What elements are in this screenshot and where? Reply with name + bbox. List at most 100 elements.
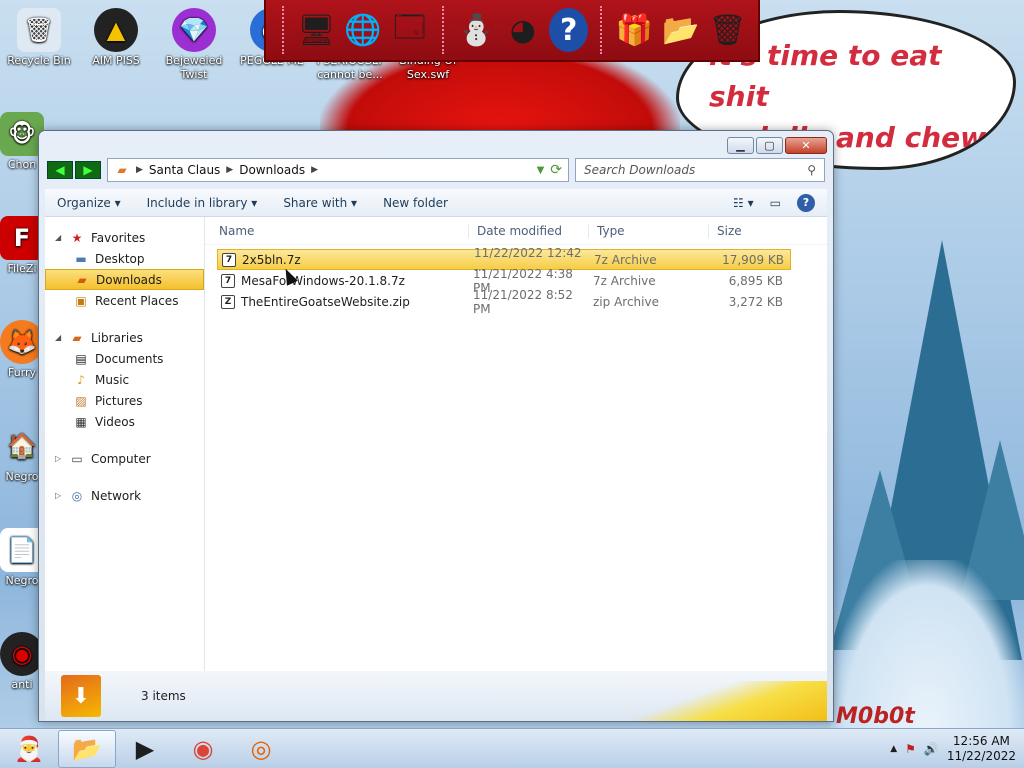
downloads-folder-icon: ▰ [77, 272, 87, 287]
volume-icon[interactable]: 🔊 [924, 742, 939, 756]
include-in-library-button[interactable]: Include in library ▾ [147, 196, 258, 210]
close-button[interactable]: ✕ [785, 137, 827, 154]
windows-update-icon[interactable]: ◕ [503, 5, 544, 55]
taskbar-explorer-icon[interactable]: 📂 [58, 729, 116, 768]
taskbar-chrome-icon[interactable]: ◉ [174, 730, 232, 768]
7z-archive-icon: 7 [221, 273, 235, 288]
breadcrumb-santa-claus[interactable]: Santa Claus [149, 163, 220, 177]
computer-icon[interactable]: 🖥 [296, 5, 337, 55]
desktop-icon-aim[interactable]: ▲ AIM PISS [78, 8, 154, 68]
dock-separator [600, 6, 603, 54]
search-input[interactable]: Search Downloads ⚲ [575, 158, 825, 182]
tray-expand-icon[interactable]: ▲ [890, 744, 897, 754]
nav-documents[interactable]: ▤ Documents [45, 348, 204, 369]
address-dropdown-icon[interactable]: ▼ [537, 165, 545, 176]
nav-downloads[interactable]: ▰ Downloads [45, 269, 204, 290]
column-headers: Name Date modified Type Size [205, 217, 827, 245]
help-icon[interactable]: ? [549, 8, 589, 52]
file-name: 2x5bln.7z [242, 252, 301, 267]
nav-label: Videos [95, 414, 135, 429]
nav-recent-places[interactable]: ▣ Recent Places [45, 290, 204, 311]
desktop-icon-bejeweled[interactable]: 💎 Bejeweled Twist [156, 8, 232, 82]
recent-places-icon: ▣ [75, 293, 87, 308]
file-name: MesaForWindows-20.1.8.7z [241, 273, 405, 288]
dock-separator [282, 6, 284, 54]
collapse-arrow-icon[interactable]: ◢ [55, 233, 63, 242]
taskbar-media-player-icon[interactable]: ▶ [116, 730, 174, 768]
videos-icon: ▦ [75, 414, 87, 429]
desktop-icon-label: Bejeweled Twist [165, 54, 223, 81]
nav-pictures[interactable]: ▨ Pictures [45, 390, 204, 411]
nav-label: Network [91, 488, 142, 503]
folder-icon[interactable]: 📂 [661, 5, 702, 55]
file-size: 6,895 KB [728, 273, 783, 288]
item-count: 3 items [141, 689, 186, 703]
help-icon[interactable]: ? [797, 193, 815, 212]
file-row[interactable]: Z TheEntireGoatseWebsite.zip 11/21/2022 8… [217, 288, 791, 316]
trash-icon[interactable]: 🗑 [707, 5, 748, 55]
control-panel-icon[interactable]: 🗔 [389, 5, 430, 55]
nav-desktop[interactable]: ▬ Desktop [45, 248, 204, 269]
clock[interactable]: 12:56 AM 11/22/2022 [947, 734, 1016, 764]
libraries-icon: ▰ [72, 330, 82, 345]
share-with-button[interactable]: Share with ▾ [283, 196, 357, 210]
preview-pane-icon[interactable]: ▭ [770, 196, 781, 210]
folder-icon: ▰ [117, 163, 127, 177]
expand-arrow-icon[interactable]: ▷ [55, 454, 63, 463]
address-row: ◀ ▶ ▰ ▶ Santa Claus ▶ Downloads ▶ ▼ ⟳ Se… [47, 157, 825, 183]
nav-music[interactable]: ♪ Music [45, 369, 204, 390]
organize-button[interactable]: Organize ▾ [57, 196, 121, 210]
zip-archive-icon: Z [221, 294, 235, 309]
snowman-icon[interactable]: ⛄ [456, 5, 497, 55]
search-icon[interactable]: ⚲ [807, 163, 816, 177]
nav-libraries[interactable]: ◢ ▰ Libraries [45, 327, 204, 348]
refresh-icon[interactable]: ⟳ [550, 162, 562, 178]
expand-arrow-icon[interactable]: ▷ [55, 491, 63, 500]
breadcrumb-downloads[interactable]: Downloads [239, 163, 305, 177]
breadcrumb-separator-icon: ▶ [226, 165, 234, 175]
content-area: ◢ ★ Favorites ▬ Desktop ▰ Downloads ▣ Re… [45, 217, 827, 671]
computer-icon: ▭ [71, 451, 83, 466]
desktop-icon: ▬ [75, 251, 87, 266]
column-header-type[interactable]: Type [589, 223, 709, 238]
file-name: TheEntireGoatseWebsite.zip [241, 294, 410, 309]
nav-favorites[interactable]: ◢ ★ Favorites [45, 227, 204, 248]
minimize-button[interactable]: ▁ [727, 137, 754, 154]
gift-icon[interactable]: 🎁 [614, 5, 655, 55]
new-folder-button[interactable]: New folder [383, 196, 448, 210]
nav-label: Computer [91, 451, 151, 466]
nav-videos[interactable]: ▦ Videos [45, 411, 204, 432]
downloads-folder-icon: ⬇ [61, 675, 101, 717]
file-type: zip Archive [593, 294, 659, 309]
view-options-icon[interactable]: ☷ ▾ [733, 196, 754, 210]
nav-network[interactable]: ▷ ◎ Network [45, 485, 204, 506]
column-header-name[interactable]: Name [205, 223, 469, 238]
file-list: Name Date modified Type Size 7 2x5bln.7z … [205, 217, 827, 671]
nav-computer[interactable]: ▷ ▭ Computer [45, 448, 204, 469]
column-header-date[interactable]: Date modified [469, 223, 589, 238]
maximize-button[interactable]: ▢ [756, 137, 783, 154]
collapse-arrow-icon[interactable]: ◢ [55, 333, 63, 342]
bejeweled-icon: 💎 [172, 8, 216, 52]
documents-icon: ▤ [75, 351, 87, 366]
desktop-icon-label: AIM PISS [92, 54, 140, 67]
command-toolbar: Organize ▾ Include in library ▾ Share wi… [45, 189, 827, 217]
taskbar-firefox-icon[interactable]: ◎ [232, 730, 290, 768]
clock-date: 11/22/2022 [946, 748, 1016, 763]
nav-label: Favorites [91, 230, 146, 245]
network-globe-icon[interactable]: 🌐 [343, 5, 384, 55]
action-center-flag-icon[interactable]: ⚑ [905, 742, 916, 756]
back-button[interactable]: ◀ [47, 161, 73, 179]
column-header-size[interactable]: Size [709, 224, 777, 238]
forward-button[interactable]: ▶ [75, 161, 101, 179]
nav-label: Libraries [91, 330, 143, 345]
nav-label: Documents [95, 351, 164, 366]
music-icon: ♪ [77, 372, 85, 387]
nav-label: Music [95, 372, 130, 387]
navigation-pane: ◢ ★ Favorites ▬ Desktop ▰ Downloads ▣ Re… [45, 217, 205, 671]
aim-icon: ▲ [94, 8, 138, 52]
address-bar[interactable]: ▰ ▶ Santa Claus ▶ Downloads ▶ ▼ ⟳ [107, 158, 569, 182]
7z-archive-icon: 7 [222, 252, 236, 267]
desktop-icon-recycle-bin[interactable]: 🗑 Recycle Bin [1, 8, 77, 68]
start-button[interactable]: 🎅 [0, 730, 58, 768]
